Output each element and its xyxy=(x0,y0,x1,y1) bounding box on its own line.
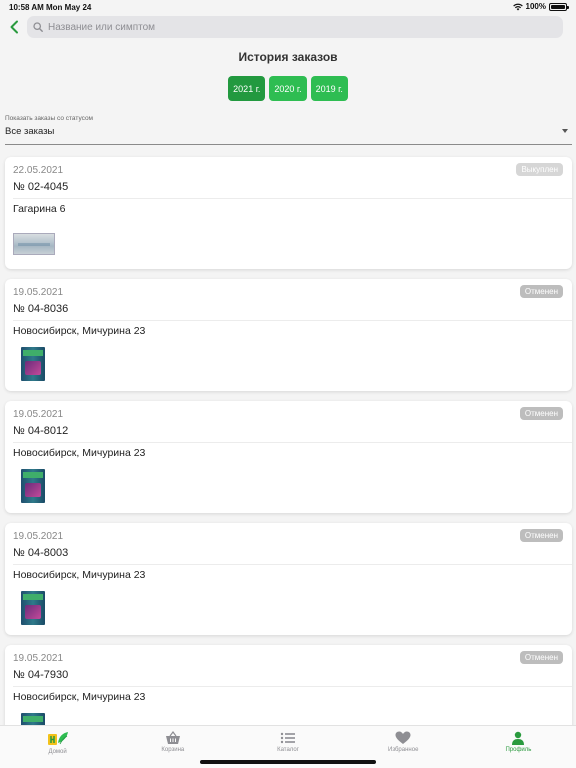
tab-label: Домой xyxy=(48,749,67,755)
battery-icon xyxy=(549,2,569,11)
order-date: 19.05.2021 xyxy=(13,531,64,542)
status-badge: Отменен xyxy=(519,407,563,420)
status-filter-label: Показать заказы со статусом xyxy=(5,115,94,122)
order-card[interactable]: 22.05.2021 Выкуплен № 02-4045 Гагарина 6 xyxy=(5,157,572,269)
order-number: № 02-4045 xyxy=(13,181,69,193)
tab-label: Корзина xyxy=(161,747,185,753)
search-bar[interactable] xyxy=(27,16,563,38)
search-icon xyxy=(33,22,43,32)
heart-icon xyxy=(395,731,411,744)
status-badge: Отменен xyxy=(519,529,563,542)
order-number: № 04-8012 xyxy=(13,425,69,437)
product-box-thumb[interactable] xyxy=(13,469,55,507)
year-selector: 2021 г. 2020 г. 2019 г. xyxy=(0,76,576,101)
top-bar xyxy=(0,14,576,40)
search-input[interactable] xyxy=(48,21,528,33)
dropdown-caret-icon xyxy=(562,129,568,133)
page-title: История заказов xyxy=(238,50,338,64)
order-address: Новосибирск, Мичурина 23 xyxy=(13,447,146,459)
back-button[interactable] xyxy=(4,17,24,37)
status-date: Mon May 24 xyxy=(46,3,92,12)
divider xyxy=(13,320,572,321)
tab-label: Избранное xyxy=(388,747,419,753)
order-number: № 04-8003 xyxy=(13,547,69,559)
divider xyxy=(13,442,572,443)
home-indicator xyxy=(200,760,376,764)
chevron-left-icon xyxy=(10,20,18,34)
tab-label: Профиль xyxy=(505,747,532,753)
order-date: 19.05.2021 xyxy=(13,287,64,298)
medical-mask-thumb[interactable] xyxy=(13,225,55,263)
wifi-icon xyxy=(512,3,523,10)
product-box-thumb[interactable] xyxy=(13,591,55,629)
tab-profile[interactable]: Профиль xyxy=(461,726,576,768)
status-right: 100% xyxy=(512,2,569,11)
battery-percent: 100% xyxy=(525,2,546,11)
order-number: № 04-7930 xyxy=(13,669,69,681)
home-logo-icon xyxy=(47,732,68,745)
order-address: Гагарина 6 xyxy=(13,203,66,215)
divider xyxy=(13,686,572,687)
order-number: № 04-8036 xyxy=(13,303,69,315)
list-icon xyxy=(280,732,295,744)
year-button-2021[interactable]: 2021 г. xyxy=(228,76,266,101)
order-card[interactable]: 19.05.2021 Отменен № 04-8012 Новосибирск… xyxy=(5,401,572,513)
status-badge: Отменен xyxy=(519,651,563,664)
tab-label: Каталог xyxy=(277,747,299,753)
year-button-2019[interactable]: 2019 г. xyxy=(310,76,348,101)
order-date: 22.05.2021 xyxy=(13,165,64,176)
order-address: Новосибирск, Мичурина 23 xyxy=(13,691,146,703)
tab-home[interactable]: Домой xyxy=(0,726,115,768)
order-address: Новосибирск, Мичурина 23 xyxy=(13,325,146,337)
divider xyxy=(13,564,572,565)
product-box-thumb[interactable] xyxy=(13,347,55,385)
status-filter-value: Все заказы xyxy=(5,126,55,137)
status-bar: 10:58 AM Mon May 24 100% xyxy=(0,0,576,14)
status-time: 10:58 AM xyxy=(9,3,44,12)
order-date: 19.05.2021 xyxy=(13,409,64,420)
order-address: Новосибирск, Мичурина 23 xyxy=(13,569,146,581)
order-card[interactable]: 19.05.2021 Отменен № 04-8036 Новосибирск… xyxy=(5,279,572,391)
status-filter-select[interactable]: Показать заказы со статусом Все заказы xyxy=(5,115,572,145)
year-button-2020[interactable]: 2020 г. xyxy=(269,76,307,101)
basket-icon xyxy=(165,731,180,744)
status-badge: Выкуплен xyxy=(516,163,563,176)
status-badge: Отменен xyxy=(519,285,563,298)
divider xyxy=(13,198,572,199)
person-icon xyxy=(512,731,525,745)
order-date: 19.05.2021 xyxy=(13,653,64,664)
order-card[interactable]: 19.05.2021 Отменен № 04-8003 Новосибирск… xyxy=(5,523,572,635)
